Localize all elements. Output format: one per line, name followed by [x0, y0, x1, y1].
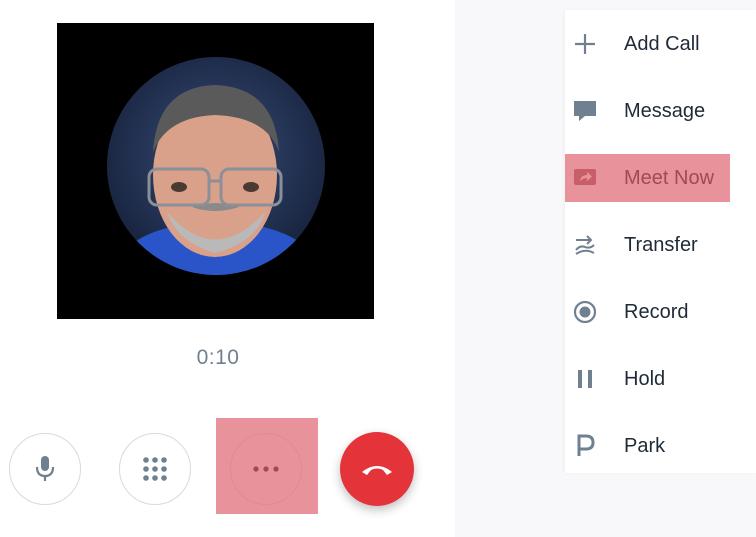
menu-item-transfer[interactable]: Transfer [565, 221, 756, 269]
more-horizontal-icon [253, 466, 279, 472]
record-icon [573, 300, 597, 324]
menu-item-message[interactable]: Message [565, 87, 756, 135]
avatar [107, 57, 325, 275]
hangup-icon [362, 466, 392, 475]
menu-item-record[interactable]: Record [565, 288, 756, 336]
more-options-button[interactable] [230, 433, 302, 505]
mute-button[interactable] [9, 433, 81, 505]
menu-item-label: Transfer [624, 233, 698, 256]
dialpad-button[interactable] [119, 433, 191, 505]
chat-bubble-icon [573, 99, 597, 123]
menu-item-add-call[interactable]: Add Call [565, 20, 756, 68]
plus-icon [573, 32, 597, 56]
menu-item-label: Hold [624, 367, 666, 390]
menu-item-meet-now[interactable]: Meet Now [565, 154, 730, 202]
video-tile [57, 23, 374, 319]
menu-item-label: Record [624, 300, 689, 323]
pause-icon [573, 367, 597, 391]
park-icon [573, 434, 597, 458]
call-panel: 0:10 [0, 0, 455, 537]
call-timer: 0:10 [196, 346, 240, 369]
call-options-panel: Add Call Message Meet Now Transfer Recor [455, 0, 756, 537]
menu-item-label: Message [624, 99, 706, 122]
caller-photo [122, 85, 312, 275]
menu-item-hold[interactable]: Hold [565, 355, 756, 403]
menu-item-label: Meet Now [624, 166, 715, 189]
menu-item-park[interactable]: Park [565, 422, 756, 470]
meet-now-icon [573, 166, 597, 190]
microphone-icon [35, 456, 55, 481]
dialpad-icon [143, 457, 167, 481]
transfer-icon [573, 233, 597, 257]
hangup-button[interactable] [340, 432, 414, 506]
call-options-menu: Add Call Message Meet Now Transfer Recor [565, 10, 756, 473]
menu-item-label: Add Call [624, 32, 700, 55]
menu-item-label: Park [624, 434, 666, 457]
